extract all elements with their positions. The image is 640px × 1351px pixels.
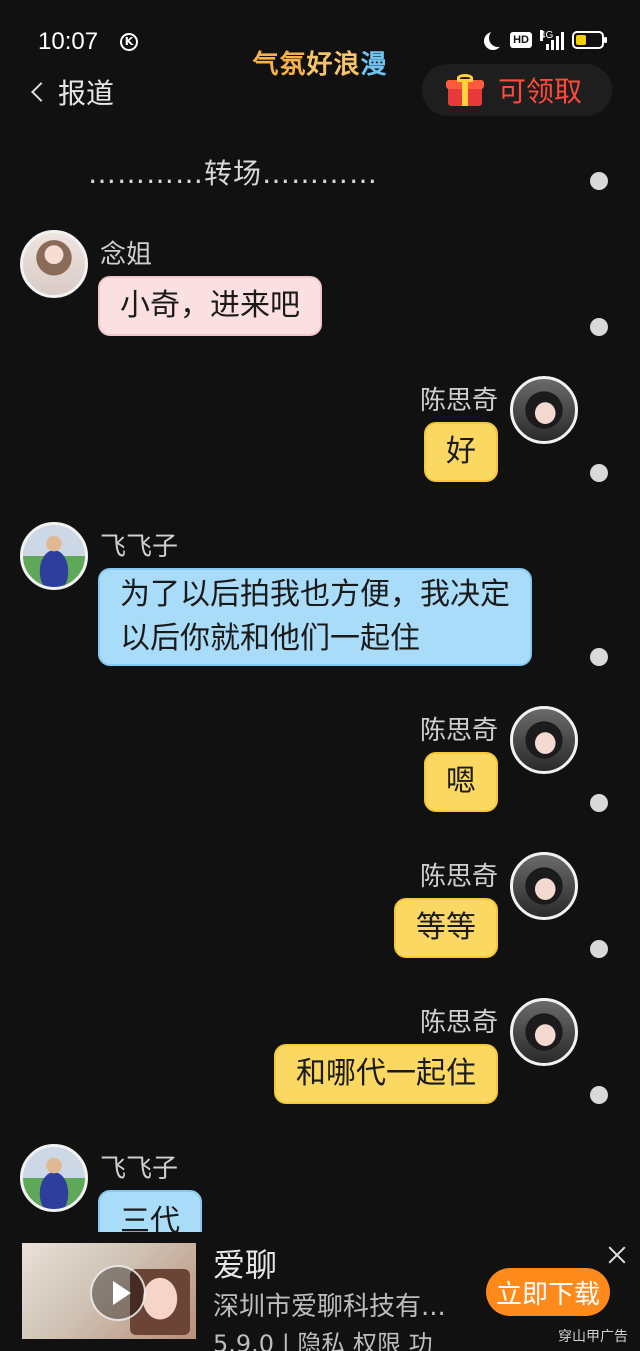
message-bubble[interactable]: 好 bbox=[424, 422, 498, 482]
read-dot bbox=[590, 318, 608, 336]
scene-transition-text: …………转场………… bbox=[88, 157, 379, 190]
sender-name: 陈思奇 bbox=[419, 1008, 498, 1038]
title-part-1: 气 bbox=[252, 50, 280, 80]
network-type-label: 4G bbox=[540, 30, 554, 41]
sender-name: 陈思奇 bbox=[419, 386, 498, 416]
claim-label: 可领取 bbox=[498, 75, 583, 108]
claim-reward-button[interactable]: 可领取 bbox=[422, 64, 612, 116]
fei-avatar[interactable] bbox=[20, 522, 88, 590]
message-bubble[interactable]: 小奇，进来吧 bbox=[98, 276, 322, 336]
title-part-4: 漫 bbox=[360, 50, 388, 80]
title-part-3: 好浪 bbox=[306, 50, 361, 80]
read-dot bbox=[590, 940, 608, 958]
message-bubble[interactable]: 和哪代一起住 bbox=[274, 1044, 498, 1104]
sender-name: 飞飞子 bbox=[100, 532, 179, 562]
chen-avatar[interactable] bbox=[510, 376, 578, 444]
chen-avatar[interactable] bbox=[510, 852, 578, 920]
ad-source-label: 穿山甲广告 bbox=[558, 1329, 628, 1345]
read-dot bbox=[590, 648, 608, 666]
ad-thumbnail[interactable] bbox=[22, 1243, 196, 1339]
message-bubble[interactable]: 等等 bbox=[394, 898, 498, 958]
play-icon[interactable] bbox=[90, 1265, 146, 1321]
sender-name: 念姐 bbox=[100, 240, 153, 270]
message-line: 以后你就和他们一起住 bbox=[120, 621, 420, 656]
ad-meta[interactable]: 5.9.0 | 隐私 权限 功 bbox=[213, 1324, 433, 1351]
read-dot bbox=[590, 464, 608, 482]
title-part-2: 氛 bbox=[279, 50, 307, 80]
fei-avatar[interactable] bbox=[20, 1144, 88, 1212]
read-dot bbox=[590, 172, 608, 190]
nian-avatar[interactable] bbox=[20, 230, 88, 298]
back-label: 报道 bbox=[58, 77, 115, 110]
message-line: 为了以后拍我也方便，我决定 bbox=[120, 577, 510, 612]
gift-icon bbox=[446, 74, 484, 106]
ad-banner[interactable]: 爱聊 深圳市爱聊科技有... 5.9.0 | 隐私 权限 功 立即下载 穿山甲广… bbox=[0, 1232, 640, 1351]
sender-name: 陈思奇 bbox=[419, 862, 498, 892]
chen-avatar[interactable] bbox=[510, 706, 578, 774]
download-button[interactable]: 立即下载 bbox=[486, 1268, 610, 1316]
back-button[interactable]: 报道 bbox=[31, 72, 115, 112]
close-icon[interactable] bbox=[606, 1244, 628, 1266]
read-dot bbox=[590, 1086, 608, 1104]
chen-avatar[interactable] bbox=[510, 998, 578, 1066]
message-bubble[interactable]: 嗯 bbox=[424, 752, 498, 812]
chevron-left-icon bbox=[31, 82, 51, 102]
sender-name: 陈思奇 bbox=[419, 716, 498, 746]
ad-title: 爱聊 bbox=[213, 1246, 278, 1284]
sender-name: 飞飞子 bbox=[100, 1154, 179, 1184]
ad-company: 深圳市爱聊科技有... bbox=[213, 1292, 446, 1322]
message-bubble[interactable]: 为了以后拍我也方便，我决定 以后你就和他们一起住 bbox=[98, 568, 532, 666]
read-dot bbox=[590, 794, 608, 812]
